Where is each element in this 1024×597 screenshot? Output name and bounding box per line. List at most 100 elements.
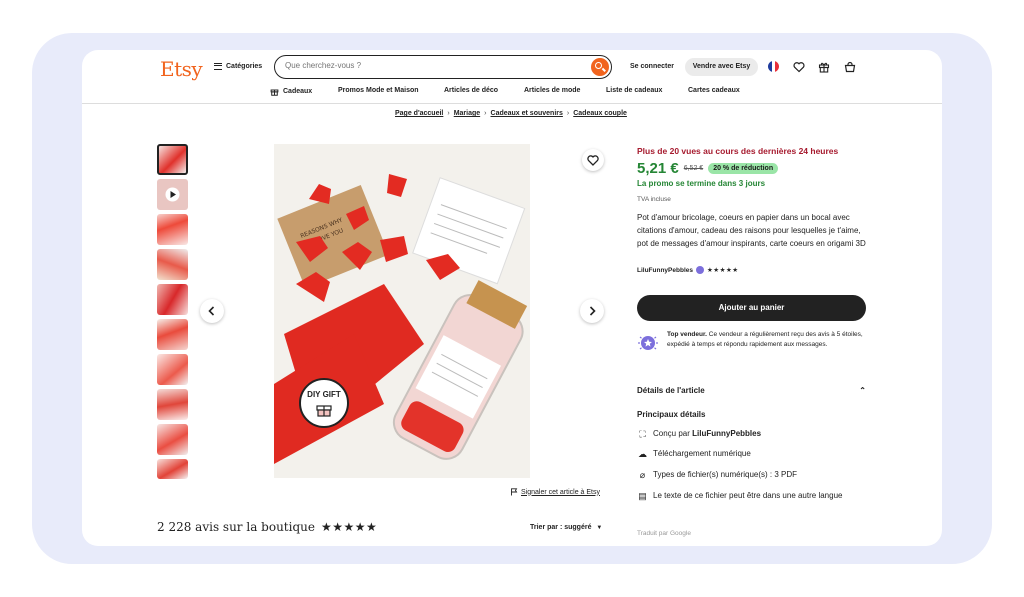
nav-gifts-label: Cadeaux xyxy=(283,88,313,95)
item-details-title: Détails de l'article xyxy=(637,386,705,395)
detail-file-types: ⌀ Types de fichier(s) numérique(s) : 3 P… xyxy=(637,468,867,482)
gift-icon xyxy=(316,405,332,417)
seller-row: LiluFunnyPebbles ★★★★★ xyxy=(637,266,739,274)
thumbnail-6[interactable] xyxy=(157,319,188,350)
categories-menu[interactable]: Catégories xyxy=(214,63,262,70)
reviews-count: 2 228 avis sur la boutique xyxy=(157,520,315,534)
search-button[interactable] xyxy=(591,57,609,76)
france-flag-icon[interactable] xyxy=(768,61,779,72)
thumbnail-5[interactable] xyxy=(157,284,188,315)
report-item-link[interactable]: Signaler cet article à Etsy xyxy=(510,488,600,496)
main-details-heading: Principaux détails xyxy=(637,410,706,419)
breadcrumb-gifts[interactable]: Cadeaux et souvenirs xyxy=(491,110,563,117)
top-seller-text-block: Top vendeur. Ce vendeur a régulièrement … xyxy=(667,330,866,354)
browser-page: Etsy Catégories Se connecter Vendre avec… xyxy=(82,50,942,546)
thumbnail-8[interactable] xyxy=(157,389,188,420)
header-divider xyxy=(82,103,942,104)
breadcrumb-separator: › xyxy=(566,110,570,117)
signin-link[interactable]: Se connecter xyxy=(630,63,674,70)
top-seller-badge-icon xyxy=(638,336,658,350)
nav-gift-list[interactable]: Liste de cadeaux xyxy=(606,87,662,94)
document-icon: ▤ xyxy=(638,491,647,501)
breadcrumb: Page d'accueil › Mariage › Cadeaux et so… xyxy=(395,110,627,117)
breadcrumb-separator: › xyxy=(447,110,450,117)
thumbnail-7[interactable] xyxy=(157,354,188,385)
thumbnail-3[interactable] xyxy=(157,214,188,245)
diy-gift-text: DIY GIFT xyxy=(307,390,341,399)
thumbnail-10[interactable] xyxy=(157,459,188,479)
breadcrumb-home[interactable]: Page d'accueil xyxy=(395,110,443,117)
item-details-accordion[interactable]: Détails de l'article ⌃ xyxy=(637,386,866,395)
nav-promos[interactable]: Promos Mode et Maison xyxy=(338,87,419,94)
breadcrumb-separator: › xyxy=(484,110,487,117)
diy-gift-badge: DIY GIFT xyxy=(299,378,349,428)
previous-image-button[interactable] xyxy=(200,299,224,323)
heart-icon xyxy=(587,155,599,166)
tva-note: TVA incluse xyxy=(637,196,671,203)
sell-button[interactable]: Vendre avec Etsy xyxy=(685,58,758,76)
top-seller-title: Top vendeur. xyxy=(667,331,707,338)
views-alert: Plus de 20 vues au cours des dernières 2… xyxy=(637,146,839,156)
categories-label: Catégories xyxy=(226,63,263,70)
search-input[interactable] xyxy=(285,61,565,70)
search-icon xyxy=(595,61,602,69)
product-photo: REASONS WHY I LOVE YOU xyxy=(274,144,530,478)
search-icon-handle xyxy=(601,67,606,72)
detail-designer-name[interactable]: LiluFunnyPebbles xyxy=(692,429,761,438)
detail-language: ▤ Le texte de ce fichier peut être dans … xyxy=(637,489,867,503)
sort-label: Trier par : suggéré xyxy=(530,524,592,531)
thumbnail-9[interactable] xyxy=(157,424,188,455)
play-icon xyxy=(165,187,180,202)
design-icon: ⛶ xyxy=(639,429,646,439)
sort-dropdown[interactable]: Trier par : suggéré ▼ xyxy=(530,524,602,531)
original-price: 6,52 € xyxy=(683,165,704,172)
breadcrumb-couple-gifts[interactable]: Cadeaux couple xyxy=(573,110,627,117)
nav-gifts[interactable]: Cadeaux xyxy=(270,87,312,96)
favorite-button[interactable] xyxy=(582,149,604,171)
seller-name[interactable]: LiluFunnyPebbles xyxy=(637,267,693,274)
seller-rating-stars: ★★★★★ xyxy=(706,266,739,274)
thumbnail-video[interactable] xyxy=(157,179,188,210)
next-image-button[interactable] xyxy=(580,299,604,323)
breadcrumb-wedding[interactable]: Mariage xyxy=(454,110,480,117)
cart-icon[interactable] xyxy=(844,61,856,73)
add-to-cart-button[interactable]: Ajouter au panier xyxy=(637,295,866,321)
heart-icon[interactable] xyxy=(793,61,805,73)
thumbnail-4[interactable] xyxy=(157,249,188,280)
product-title: Pot d'amour bricolage, coeurs en papier … xyxy=(637,213,866,248)
detail-download: ☁ Téléchargement numérique xyxy=(637,447,867,461)
shop-reviews-summary: 2 228 avis sur la boutique ★★★★★ xyxy=(157,520,377,534)
report-item-label: Signaler cet article à Etsy xyxy=(521,488,600,496)
detail-download-text: Téléchargement numérique xyxy=(653,449,751,458)
chevron-right-icon xyxy=(589,306,596,316)
gift-icon[interactable] xyxy=(818,61,830,73)
discount-badge: 20 % de réduction xyxy=(708,163,779,174)
star-seller-badge-icon xyxy=(695,266,704,274)
rating-stars: ★★★★★ xyxy=(320,520,378,534)
detail-language-text: Le texte de ce fichier peut être dans un… xyxy=(653,491,843,500)
nav-gift-cards[interactable]: Cartes cadeaux xyxy=(688,87,740,94)
translated-by-note: Traduit par Google xyxy=(637,530,691,537)
promo-end-text: La promo se termine dans 3 jours xyxy=(637,179,766,188)
search-bar[interactable] xyxy=(274,55,612,79)
detail-designer-prefix: Conçu par xyxy=(653,429,693,438)
current-price: 5,21 € xyxy=(637,160,679,177)
detail-designer-text: Conçu par LiluFunnyPebbles xyxy=(653,427,761,441)
gift-icon xyxy=(270,89,279,96)
price-row: 5,21 € 6,52 € 20 % de réduction xyxy=(637,160,779,177)
detail-file-types-text: Types de fichier(s) numérique(s) : 3 PDF xyxy=(653,470,798,479)
flag-icon xyxy=(511,488,518,496)
menu-icon xyxy=(214,63,222,70)
chevron-up-icon: ⌃ xyxy=(859,386,866,395)
caret-down-icon: ▼ xyxy=(596,525,603,531)
cloud-download-icon: ☁ xyxy=(638,449,647,459)
etsy-logo[interactable]: Etsy xyxy=(160,57,203,81)
nav-decor[interactable]: Articles de déco xyxy=(444,87,498,94)
top-seller-notice: Top vendeur. Ce vendeur a régulièrement … xyxy=(637,330,866,354)
paperclip-icon: ⌀ xyxy=(639,470,646,480)
chevron-left-icon xyxy=(208,306,215,316)
detail-designer: ⛶ Conçu par LiluFunnyPebbles xyxy=(637,427,867,441)
nav-fashion[interactable]: Articles de mode xyxy=(524,87,580,94)
thumbnail-1[interactable] xyxy=(157,144,188,175)
main-product-image[interactable]: REASONS WHY I LOVE YOU DIY GIFT xyxy=(274,144,530,478)
